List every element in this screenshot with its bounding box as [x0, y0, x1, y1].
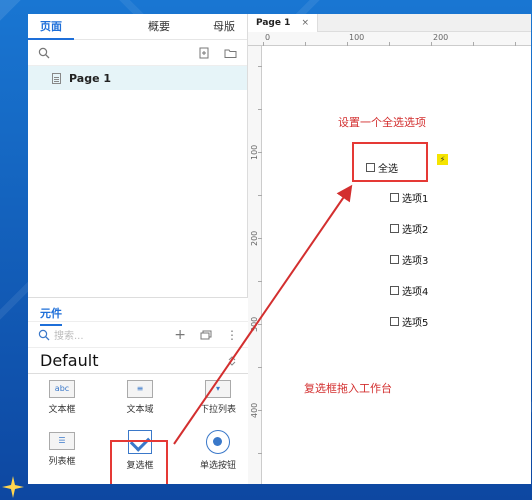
- ruler-horizontal: 0 100 200: [248, 32, 531, 46]
- page-item[interactable]: Page 1: [28, 66, 247, 90]
- widget-text-field[interactable]: abc 文本框: [32, 374, 92, 426]
- droplist-icon: ▾: [205, 380, 231, 398]
- checkbox-label: 选项2: [402, 225, 429, 236]
- page-item-label: Page 1: [69, 71, 112, 85]
- library-name: Default: [40, 351, 99, 370]
- checkbox-label: 选项1: [402, 194, 429, 205]
- checkbox-label: 选项5: [402, 318, 429, 329]
- tab-outline[interactable]: 概要: [136, 14, 182, 40]
- close-icon[interactable]: ×: [302, 18, 310, 28]
- widgets-panel: 元件 搜索... + ⋮ Default abc 文本框 ≡ 文本域 ▾ 下拉列…: [28, 297, 248, 484]
- widget-list-box[interactable]: ☰ 列表框: [32, 426, 92, 478]
- widget-label: 单选按钮: [199, 461, 236, 471]
- checkbox-option-4[interactable]: 选项4: [390, 283, 428, 298]
- checkbox-box: [390, 317, 399, 326]
- checkbox-option-5[interactable]: 选项5: [390, 314, 428, 329]
- library-copy-icon[interactable]: [200, 330, 212, 340]
- checkbox-box: [390, 224, 399, 233]
- canvas-area: Page 1 × ✥ 0 100 200 100 200 300 400 设置一…: [248, 14, 531, 484]
- checkbox-label: 选项4: [402, 287, 429, 298]
- add-folder-icon[interactable]: [224, 47, 237, 59]
- checkbox-box: [390, 255, 399, 264]
- tab-page1-label: Page 1: [256, 17, 291, 28]
- ruler-label: 200: [433, 33, 449, 42]
- tab-masters[interactable]: 母版: [201, 14, 247, 40]
- tab-widgets-label: 元件: [40, 307, 62, 326]
- search-icon: [38, 329, 50, 340]
- checkbox-option-3[interactable]: 选项3: [390, 252, 428, 267]
- ruler-vertical: 100 200 300 400: [248, 46, 262, 484]
- text-area-icon: ≡: [127, 380, 153, 398]
- checkbox-option-1[interactable]: 选项1: [390, 190, 428, 205]
- library-select[interactable]: Default: [28, 348, 248, 374]
- left-tabs: 页面 概要 母版: [28, 14, 247, 40]
- page-icon: [52, 72, 61, 84]
- annotation-bottom: 复选框拖入工作台: [304, 382, 392, 395]
- widget-droplist[interactable]: ▾ 下拉列表: [188, 374, 248, 426]
- axure-window: 页面 概要 母版 Page 1 元件 搜索... + ⋮ Default abc…: [28, 14, 531, 484]
- more-icon[interactable]: ⋮: [226, 328, 238, 342]
- pages-toolbar: [28, 40, 247, 66]
- canvas-tabbar: Page 1 ×: [248, 14, 531, 32]
- ruler-label: 0: [265, 33, 271, 42]
- checkbox-option-2[interactable]: 选项2: [390, 221, 428, 236]
- checkbox-widget-highlight: [110, 440, 168, 484]
- list-box-icon: ☰: [49, 432, 75, 450]
- chevron-updown-icon: [228, 355, 236, 366]
- text-field-icon: abc: [49, 380, 75, 398]
- checkbox-label: 选项3: [402, 256, 429, 267]
- checkbox-box: [390, 193, 399, 202]
- interaction-icon[interactable]: ⚡: [437, 154, 448, 165]
- widget-text-area[interactable]: ≡ 文本域: [100, 374, 180, 426]
- widget-label: 文本框: [48, 405, 76, 415]
- select-all-highlight: [352, 142, 428, 182]
- checkbox-box: [390, 286, 399, 295]
- add-page-icon[interactable]: [198, 47, 210, 59]
- sparkle-icon: [2, 476, 24, 498]
- tab-page1[interactable]: Page 1 ×: [248, 14, 319, 32]
- widget-label: 文本域: [126, 405, 154, 415]
- tab-pages[interactable]: 页面: [28, 14, 74, 40]
- ruler-label: 100: [349, 33, 365, 42]
- widget-label: 下拉列表: [199, 405, 236, 415]
- annotation-top: 设置一个全选选项: [338, 116, 426, 129]
- add-library-icon[interactable]: +: [174, 327, 186, 343]
- widget-search-input[interactable]: 搜索...: [54, 327, 170, 342]
- widget-label: 列表框: [48, 457, 76, 467]
- widget-radio-button[interactable]: 单选按钮: [188, 426, 248, 478]
- left-panel: 页面 概要 母版 Page 1 元件 搜索... + ⋮ Default abc…: [28, 14, 248, 484]
- radio-icon: [206, 430, 230, 454]
- search-icon[interactable]: [38, 47, 50, 59]
- tab-widgets[interactable]: 元件: [28, 298, 248, 326]
